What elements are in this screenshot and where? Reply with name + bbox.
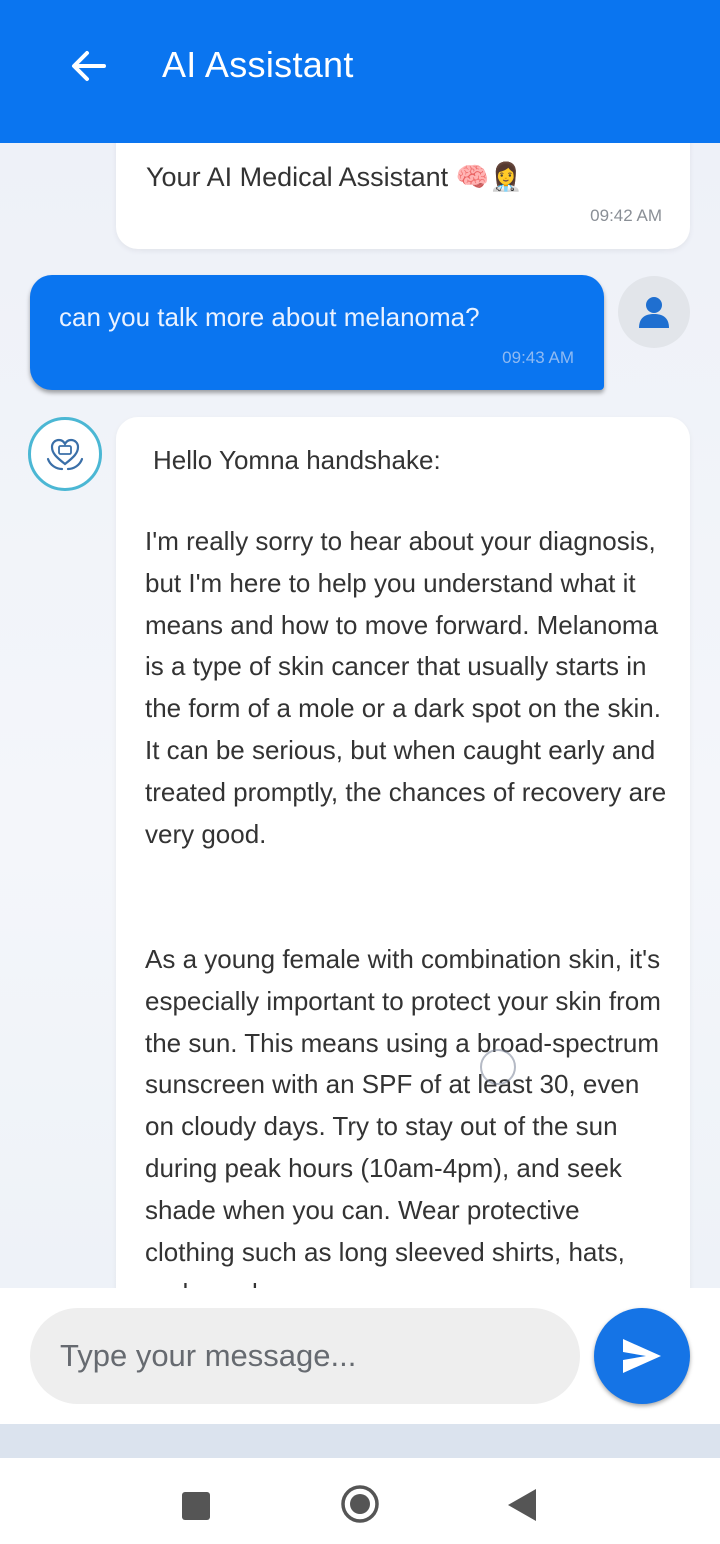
bot-avatar <box>28 417 102 491</box>
touch-indicator <box>480 1049 516 1085</box>
triangle-back-icon <box>508 1489 536 1521</box>
back-button[interactable] <box>64 44 112 88</box>
message-time: 09:43 AM <box>502 348 574 367</box>
page-title: AI Assistant <box>162 44 354 85</box>
recents-button[interactable] <box>176 1486 216 1526</box>
chat-list[interactable]: Your AI Medical Assistant 🧠👩‍⚕️ 09:42 AM… <box>0 143 720 1288</box>
message-text: can you talk more about melanoma? <box>59 302 480 332</box>
system-nav-bar <box>0 1458 720 1544</box>
circle-icon <box>341 1485 379 1523</box>
message-paragraph: I'm really sorry to hear about your diag… <box>145 526 667 849</box>
user-message-bubble: can you talk more about melanoma? 09:43 … <box>30 275 604 390</box>
message-greeting: Hello Yomna handshake: <box>153 445 441 475</box>
square-icon <box>182 1492 210 1520</box>
divider <box>0 1424 720 1458</box>
app-bar: AI Assistant <box>0 0 720 143</box>
message-input[interactable] <box>30 1308 580 1404</box>
message-composer <box>0 1288 720 1424</box>
medical-heart-hands-icon <box>46 438 84 471</box>
arrow-left-icon <box>72 51 106 81</box>
system-back-button[interactable] <box>500 1484 542 1526</box>
bot-message-bubble: Your AI Medical Assistant 🧠👩‍⚕️ 09:42 AM <box>116 143 690 249</box>
message-paragraph: As a young female with combination skin,… <box>145 944 661 1288</box>
home-button[interactable] <box>338 1482 382 1526</box>
bot-message-bubble: Hello Yomna handshake: I'm really sorry … <box>116 417 690 1288</box>
send-button[interactable] <box>594 1308 690 1404</box>
user-avatar <box>618 276 690 348</box>
message-text: Your AI Medical Assistant 🧠👩‍⚕️ <box>146 162 523 192</box>
message-time: 09:42 AM <box>590 206 662 225</box>
user-icon <box>639 297 669 328</box>
send-icon <box>623 1339 661 1373</box>
